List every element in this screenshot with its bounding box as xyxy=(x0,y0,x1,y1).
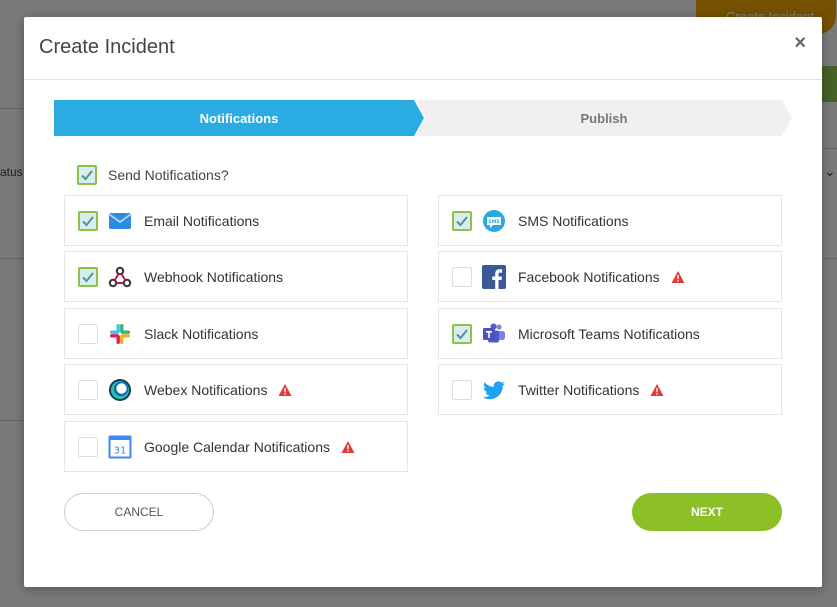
slack-icon xyxy=(108,322,132,346)
notification-option-slack[interactable]: Slack Notifications xyxy=(64,308,408,359)
twitter-label: Twitter Notifications xyxy=(518,381,640,398)
notification-option-email[interactable]: Email Notifications xyxy=(64,195,408,246)
slack-checkbox[interactable] xyxy=(78,323,98,344)
warning-icon xyxy=(650,383,664,397)
notification-option-sms[interactable]: SMS SMS Notifications xyxy=(438,195,782,246)
teams-label: Microsoft Teams Notifications xyxy=(518,325,700,342)
webhook-label: Webhook Notifications xyxy=(144,268,284,285)
email-checkbox[interactable] xyxy=(78,210,98,231)
webhook-icon xyxy=(108,265,132,289)
facebook-checkbox[interactable] xyxy=(452,266,472,287)
warning-icon xyxy=(278,383,292,397)
google-calendar-label: Google Calendar Notifications xyxy=(144,438,330,455)
email-icon xyxy=(108,209,132,233)
webex-checkbox[interactable] xyxy=(78,379,98,400)
twitter-icon xyxy=(482,378,506,402)
close-icon[interactable]: × xyxy=(794,33,806,53)
notification-option-webhook[interactable]: Webhook Notifications xyxy=(64,251,408,302)
sms-checkbox[interactable] xyxy=(452,210,472,231)
warning-icon xyxy=(341,440,355,454)
checkmark-icon xyxy=(81,170,93,181)
notification-option-facebook[interactable]: Facebook Notifications xyxy=(438,251,782,302)
checkmark-icon xyxy=(82,271,94,282)
notification-option-teams[interactable]: Microsoft Teams Notifications xyxy=(438,308,782,359)
slack-label: Slack Notifications xyxy=(144,325,259,342)
warning-icon xyxy=(671,270,685,284)
google-calendar-checkbox[interactable] xyxy=(78,436,98,457)
teams-icon xyxy=(482,322,506,346)
checkmark-icon xyxy=(82,215,94,226)
webex-label: Webex Notifications xyxy=(144,381,268,398)
stepper: Notifications Publish xyxy=(54,100,792,136)
modal-header: Create Incident × xyxy=(24,17,822,80)
notification-option-twitter[interactable]: Twitter Notifications xyxy=(438,364,782,415)
step-notifications[interactable]: Notifications xyxy=(54,100,424,136)
sms-label: SMS Notifications xyxy=(518,212,629,229)
send-notifications-row[interactable]: Send Notifications? xyxy=(77,165,229,185)
facebook-icon xyxy=(482,264,506,289)
create-incident-modal: Create Incident × Notifications Publish … xyxy=(24,17,822,587)
google-calendar-icon: 31 xyxy=(108,435,132,459)
next-button[interactable]: NEXT xyxy=(632,493,782,531)
facebook-label: Facebook Notifications xyxy=(518,268,660,285)
checkmark-icon xyxy=(456,328,468,339)
twitter-checkbox[interactable] xyxy=(452,379,472,400)
send-notifications-label: Send Notifications? xyxy=(108,167,229,183)
checkmark-icon xyxy=(456,215,468,226)
sms-badge-text: SMS xyxy=(488,219,499,225)
email-label: Email Notifications xyxy=(144,212,260,229)
notification-option-webex[interactable]: Webex Notifications xyxy=(64,364,408,415)
send-notifications-checkbox[interactable] xyxy=(77,165,97,185)
sms-icon: SMS xyxy=(482,209,506,233)
step-publish[interactable]: Publish xyxy=(416,100,792,136)
webhook-checkbox[interactable] xyxy=(78,266,98,287)
cancel-button[interactable]: CANCEL xyxy=(64,493,214,531)
calendar-day-text: 31 xyxy=(114,445,127,456)
teams-checkbox[interactable] xyxy=(452,323,472,344)
modal-title: Create Incident xyxy=(39,36,175,58)
webex-icon xyxy=(108,378,132,402)
notification-option-google-calendar[interactable]: 31 Google Calendar Notifications xyxy=(64,421,408,472)
